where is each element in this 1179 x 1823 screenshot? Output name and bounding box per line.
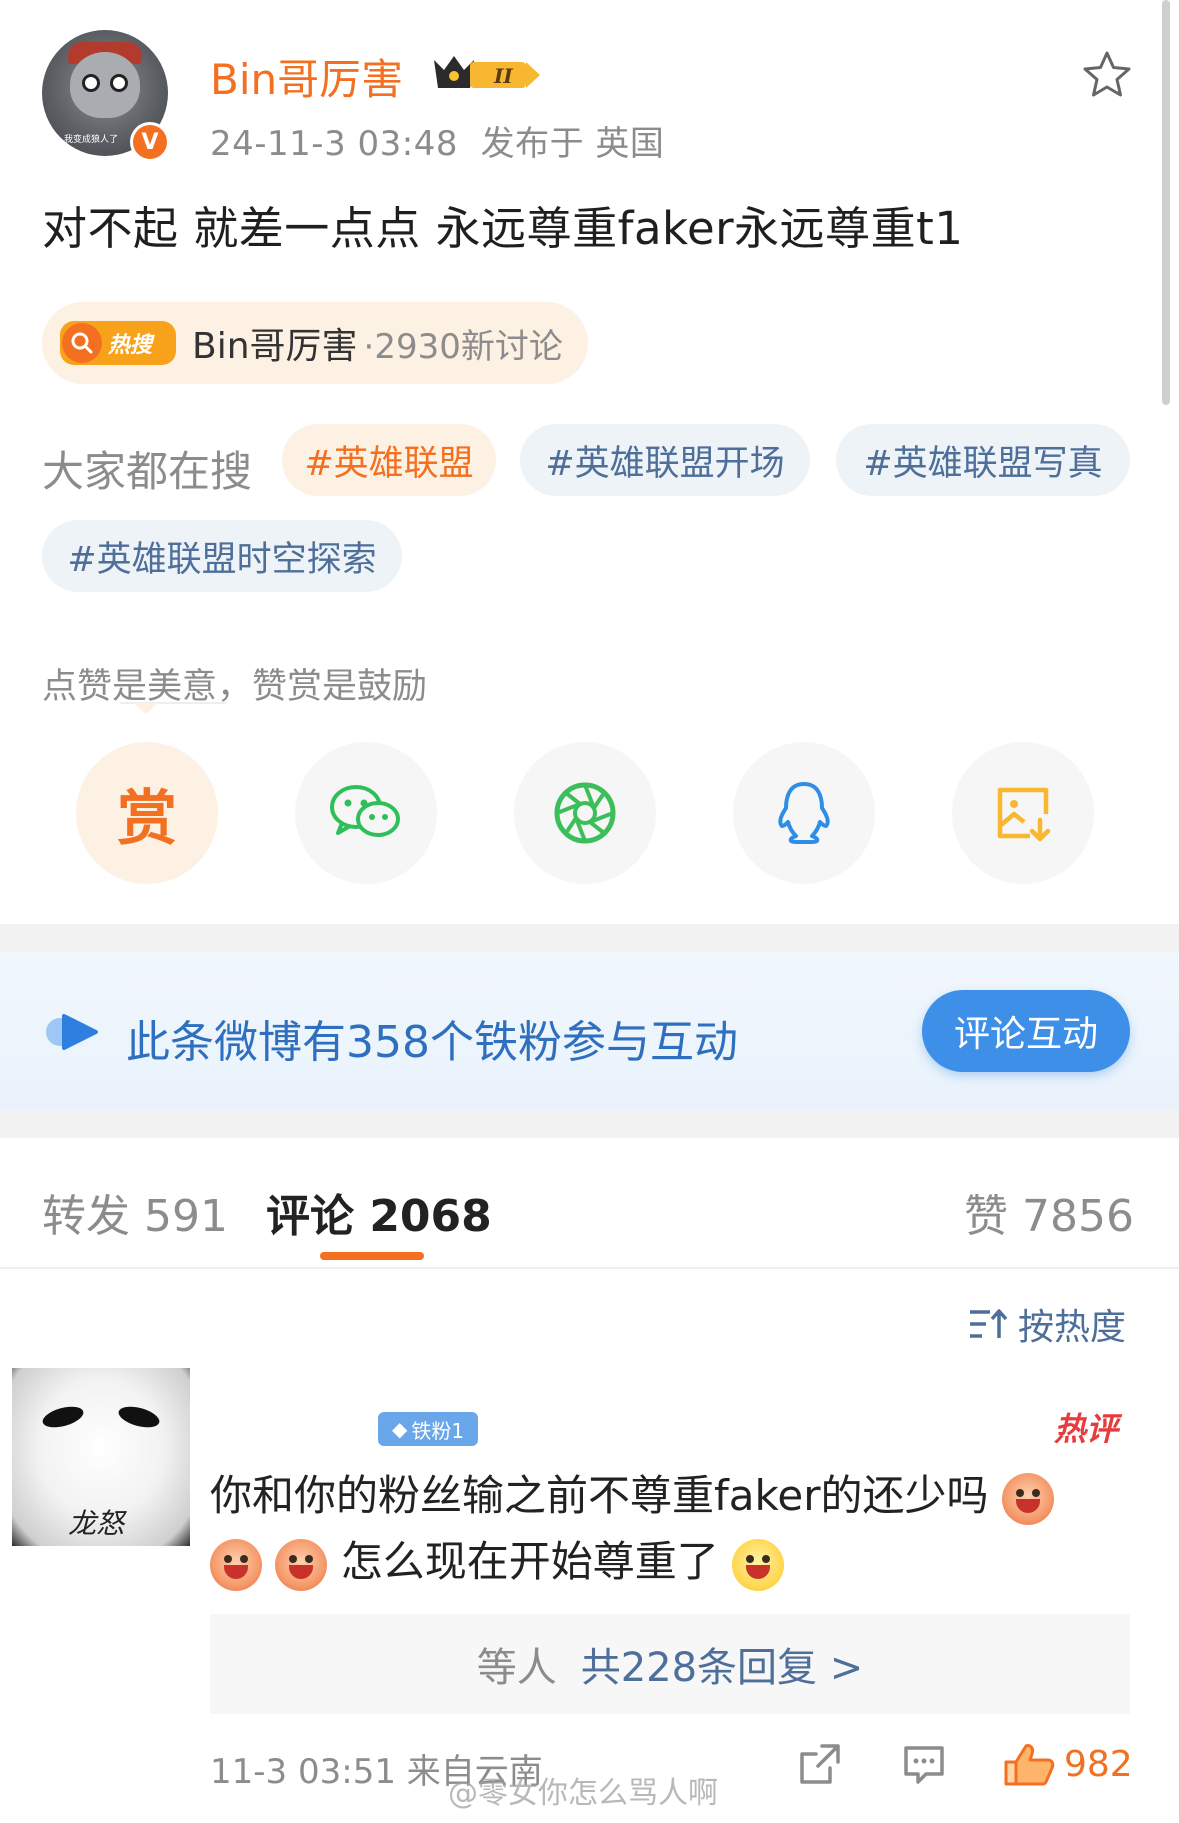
diamond-icon: ◆	[391, 1417, 408, 1441]
tab-repost[interactable]: 转发 591	[42, 1180, 228, 1244]
avatar-eye-left	[82, 74, 100, 92]
comment-text-line1: 你和你的粉丝输之前不尊重faker的还少吗	[210, 1462, 1054, 1525]
tab-likes[interactable]: 赞 7856	[964, 1180, 1134, 1244]
comment-time: 11-3 03:51	[210, 1752, 396, 1792]
sort-label: 按热度	[1018, 1307, 1127, 1348]
laugh-cry-emoji-icon	[732, 1538, 785, 1591]
hot-search-badge: 热搜	[60, 321, 176, 365]
hot-search-topic: Bin哥厉害	[192, 326, 358, 367]
crown-level-icon[interactable]: II	[430, 50, 544, 94]
sort-icon	[970, 1309, 1008, 1338]
laugh-emoji-icon	[275, 1538, 328, 1591]
view-replies-button[interactable]: 等人 共228条回复 >	[210, 1614, 1130, 1714]
hot-comment-label: 热评	[1054, 1410, 1119, 1448]
post-text: 对不起 就差一点点 永远尊重faker永远尊重t1	[42, 202, 964, 255]
comment-interact-button[interactable]: 评论互动	[922, 990, 1130, 1072]
save-image-icon	[997, 787, 1051, 842]
qq-icon	[778, 782, 830, 844]
hot-search-discussions: ·2930新讨论	[363, 326, 563, 367]
laugh-emoji-icon	[210, 1538, 262, 1591]
hot-search-badge-label: 热搜	[108, 333, 153, 358]
commenter-avatar[interactable]: 龙怒	[12, 1368, 190, 1546]
share-moments-button[interactable]	[514, 742, 656, 884]
fan-badge-label: 铁粉1	[411, 1418, 465, 1443]
save-image-button[interactable]	[952, 742, 1094, 884]
like-count: 982	[1064, 1744, 1133, 1785]
commenter-avatar-caption: 龙怒	[68, 1507, 125, 1540]
author-name[interactable]: Bin哥厉害	[210, 46, 403, 107]
post-date: 24-11-3 03:48	[210, 124, 458, 164]
share-qq-button[interactable]	[733, 742, 875, 884]
watermark: @零女你怎么骂人啊	[448, 1776, 718, 1811]
verified-v-icon: V	[130, 122, 170, 162]
tab-comments[interactable]: 评论 2068	[266, 1180, 492, 1244]
commenter-avatar-eye	[116, 1402, 162, 1432]
comment-line1: 你和你的粉丝输之前不尊重faker的还少吗	[210, 1471, 989, 1520]
reward-hint: 点赞是美意，赞赏是鼓励	[42, 667, 428, 707]
hot-search-pill[interactable]: 热搜 Bin哥厉害 ·2930新讨论	[42, 302, 588, 384]
scrollbar[interactable]	[1162, 0, 1170, 405]
tabs-divider	[0, 1267, 1179, 1269]
comment-text-line2: 怎么现在开始尊重了	[210, 1528, 785, 1591]
share-icon[interactable]	[796, 1740, 844, 1788]
share-wechat-button[interactable]	[295, 742, 437, 884]
post-meta: 24-11-3 03:48 发布于 英国	[210, 116, 664, 165]
sort-selector[interactable]: 按热度	[968, 1298, 1126, 1350]
replies-count: 共228条回复 >	[580, 1645, 864, 1691]
avatar-eye-right	[110, 74, 128, 92]
wechat-icon	[330, 785, 400, 837]
search-icon	[62, 323, 102, 363]
level-badge-text: II	[493, 64, 513, 88]
everyone-searching-label: 大家都在搜	[42, 447, 253, 496]
search-tag[interactable]: #英雄联盟开场	[520, 424, 810, 496]
like-icon[interactable]	[1002, 1740, 1056, 1788]
search-tag[interactable]: #英雄联盟写真	[836, 424, 1130, 496]
reward-pointer-icon	[120, 702, 226, 714]
post-location: 发布于 英国	[480, 124, 665, 164]
comment-icon[interactable]	[900, 1740, 948, 1788]
commenter-avatar-eye	[40, 1402, 86, 1432]
avatar-caption: 我变成狼人了	[64, 135, 119, 145]
reward-char: 赏	[117, 783, 177, 854]
avatar-face	[70, 52, 140, 118]
search-tag[interactable]: #英雄联盟	[282, 424, 496, 496]
comment-line2: 怎么现在开始尊重了	[340, 1537, 719, 1586]
fans-banner-text: 此条微博有358个铁粉参与互动	[126, 1017, 738, 1068]
star-icon[interactable]	[1080, 48, 1134, 102]
active-tab-indicator	[320, 1252, 424, 1260]
fan-badge: ◆ 铁粉1	[378, 1412, 478, 1446]
search-tag[interactable]: #英雄联盟时空探索	[42, 520, 402, 592]
section-divider	[0, 924, 1179, 952]
moments-icon	[554, 782, 616, 844]
reward-button[interactable]: 赏	[76, 742, 218, 884]
section-divider	[0, 1110, 1179, 1138]
laugh-emoji-icon	[1001, 1472, 1054, 1525]
replies-who: 等人	[476, 1645, 557, 1691]
fans-play-icon	[46, 1014, 98, 1050]
